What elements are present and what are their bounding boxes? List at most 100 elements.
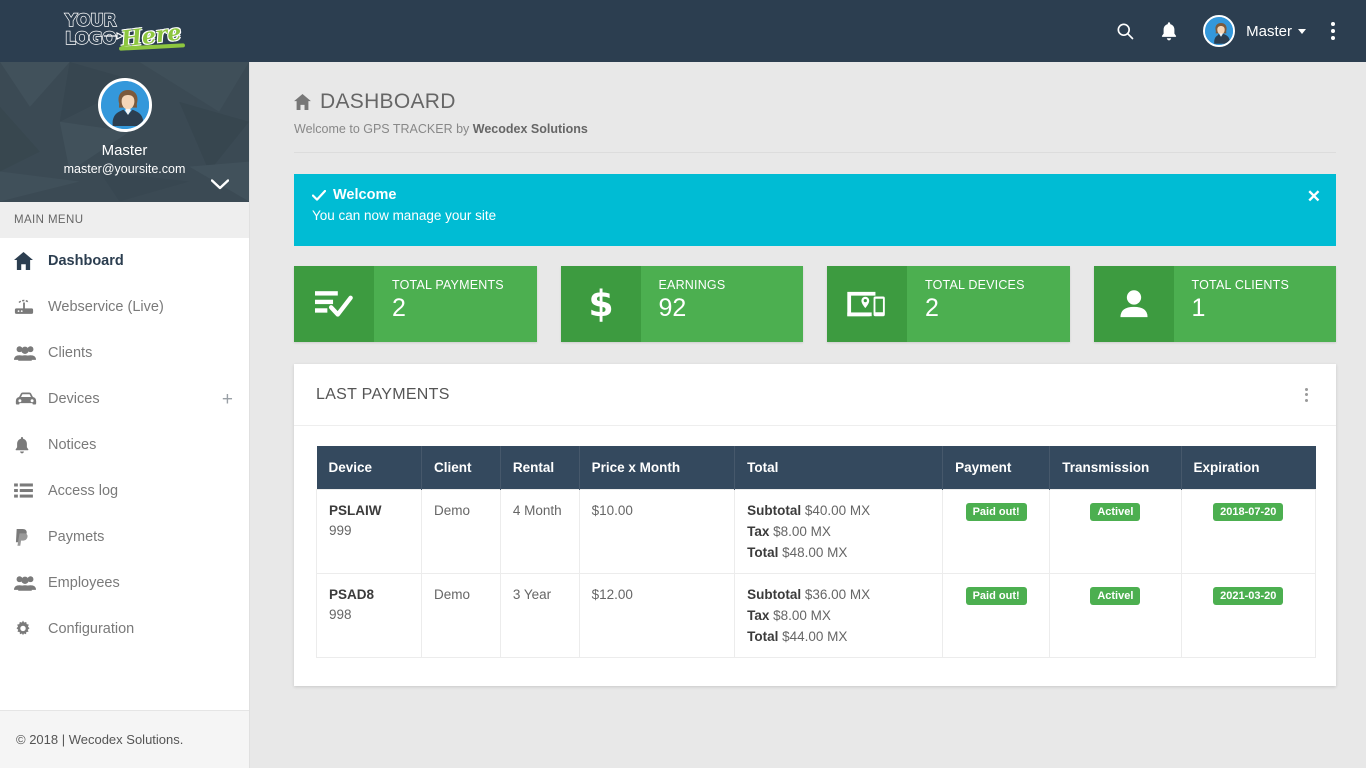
column-header-rental[interactable]: Rental [500, 446, 580, 490]
cell-expiration: 2021-03-20 [1180, 573, 1316, 658]
dot [1305, 398, 1308, 402]
subtotal-label: Subtotal [747, 503, 802, 518]
sidebar-item-dashboard[interactable]: Dashboard [0, 238, 249, 284]
device-number: 998 [329, 607, 352, 622]
sidebar-item-add-device-button[interactable]: + [222, 390, 233, 409]
sidebar-item-label: Paymets [48, 529, 105, 545]
sidebar-item-label: Webservice (Live) [48, 299, 164, 315]
sidebar-item-label: Employees [48, 575, 120, 591]
list-icon [14, 483, 44, 499]
welcome-alert: Welcome You can now manage your site ✕ [294, 174, 1336, 246]
sidebar-item-configuration[interactable]: Configuration [0, 606, 249, 652]
expiration-badge: 2018-07-20 [1213, 503, 1284, 521]
column-header-transmission[interactable]: Transmission [1049, 446, 1182, 490]
profile-avatar [97, 78, 152, 132]
profile-chevron-down-icon[interactable] [211, 179, 229, 190]
tax-line: Tax $8.00 MX [747, 608, 930, 623]
navbar-more-button[interactable] [1316, 0, 1350, 62]
cell-rental: 3 Year [499, 573, 580, 658]
subtotal-label: Subtotal [747, 587, 802, 602]
sidebar-item-devices[interactable]: Devices + [0, 376, 249, 422]
total-line: Total $44.00 MX [747, 629, 930, 644]
notifications-button[interactable] [1147, 0, 1191, 62]
stat-card-total-clients[interactable]: TOTAL CLIENTS 1 [1093, 266, 1336, 342]
stat-card-body: TOTAL PAYMENTS 2 [374, 266, 537, 342]
cell-device: PSLAIW 999 [315, 489, 423, 574]
alert-title-text: Welcome [333, 187, 397, 203]
column-header-device[interactable]: Device [316, 446, 423, 490]
table-row[interactable]: PSAD8 998 Demo 3 Year $12.00 Subtotal $3… [315, 573, 1316, 658]
profile-email: master@yoursite.com [63, 162, 186, 176]
users-icon [14, 345, 44, 361]
stat-card-value: 2 [925, 294, 939, 322]
device-code: PSAD8 [329, 587, 375, 602]
dot [1305, 393, 1308, 396]
sidebar-item-paymets[interactable]: Paymets [0, 514, 249, 560]
column-header-client[interactable]: Client [421, 446, 501, 490]
page-title: DASHBOARD [294, 90, 1336, 114]
device-number: 999 [329, 523, 352, 538]
sidebar-item-clients[interactable]: Clients [0, 330, 249, 376]
sidebar-profile[interactable]: Master master@yoursite.com [0, 62, 249, 202]
user-menu[interactable]: Master [1191, 0, 1316, 62]
cell-client: Demo [421, 489, 501, 574]
total-line: Total $48.00 MX [747, 545, 930, 560]
panel-title: LAST PAYMENTS [316, 385, 450, 403]
stat-card-total-payments[interactable]: TOTAL PAYMENTS 2 [294, 266, 537, 342]
sidebar-item-access-log[interactable]: Access log [0, 468, 249, 514]
avatar-illustration-icon [1205, 17, 1234, 45]
tax-label: Tax [747, 608, 770, 623]
router-icon [14, 299, 44, 316]
column-header-payment[interactable]: Payment [942, 446, 1051, 490]
cell-rental: 4 Month [499, 489, 580, 574]
table-header: Device Client Rental Price x Month Total… [316, 446, 1316, 490]
cell-device: PSAD8 998 [315, 573, 423, 658]
svg-text:$: $ [588, 285, 613, 323]
navbar-actions: Master [1103, 0, 1366, 62]
search-icon [1117, 23, 1134, 40]
sidebar-item-webservice[interactable]: Webservice (Live) [0, 284, 249, 330]
top-navbar: YOUR LOGO Here Master [0, 0, 1366, 62]
table-row[interactable]: PSLAIW 999 Demo 4 Month $10.00 Subtotal … [315, 489, 1316, 574]
stat-card-value: 92 [658, 294, 687, 322]
payments-table: Device Client Rental Price x Month Total… [315, 446, 1316, 658]
table-header-row: Device Client Rental Price x Month Total… [316, 446, 1316, 490]
total-label: Total [747, 629, 779, 644]
tax-value: $8.00 MX [773, 524, 831, 539]
users-icon [14, 575, 44, 591]
panel-more-button[interactable] [1299, 382, 1314, 408]
close-icon[interactable]: ✕ [1307, 188, 1321, 205]
logo[interactable]: YOUR LOGO Here [0, 0, 250, 62]
gear-icon [14, 620, 44, 638]
total-label: Total [747, 545, 779, 560]
search-button[interactable] [1103, 0, 1147, 62]
table-body: PSLAIW 999 Demo 4 Month $10.00 Subtotal … [315, 489, 1316, 658]
tax-value: $8.00 MX [773, 608, 831, 623]
column-header-total[interactable]: Total [734, 446, 944, 490]
page-subtitle-brand: Wecodex Solutions [472, 122, 588, 136]
dollar-icon: $ [560, 266, 641, 342]
sidebar-menu-heading: MAIN MENU [0, 202, 249, 238]
paypal-icon [14, 528, 44, 547]
car-icon [14, 391, 44, 407]
cell-price: $12.00 [578, 573, 736, 658]
sidebar-item-label: Devices [48, 391, 100, 407]
tax-line: Tax $8.00 MX [747, 524, 930, 539]
stat-card-earnings[interactable]: $ EARNINGS 92 [560, 266, 803, 342]
stat-card-label: TOTAL DEVICES [925, 278, 1025, 292]
column-header-price[interactable]: Price x Month [579, 446, 736, 490]
cell-expiration: 2018-07-20 [1180, 489, 1316, 574]
sidebar-item-notices[interactable]: Notices [0, 422, 249, 468]
bell-icon [14, 436, 44, 455]
column-header-expiration[interactable]: Expiration [1181, 446, 1316, 490]
cell-price: $10.00 [578, 489, 736, 574]
cell-payment: Paid out! [942, 573, 1051, 658]
cell-transmission: Activel [1049, 489, 1182, 574]
home-icon [14, 252, 44, 270]
list-check-icon [294, 266, 374, 342]
stat-card-total-devices[interactable]: TOTAL DEVICES 2 [827, 266, 1070, 342]
subtotal-value: $36.00 MX [804, 587, 871, 602]
sidebar-footer: © 2018 | Wecodex Solutions. [0, 710, 249, 768]
cell-total: Subtotal $40.00 MX Tax $8.00 MX Total $4… [734, 489, 944, 574]
sidebar-item-employees[interactable]: Employees [0, 560, 249, 606]
